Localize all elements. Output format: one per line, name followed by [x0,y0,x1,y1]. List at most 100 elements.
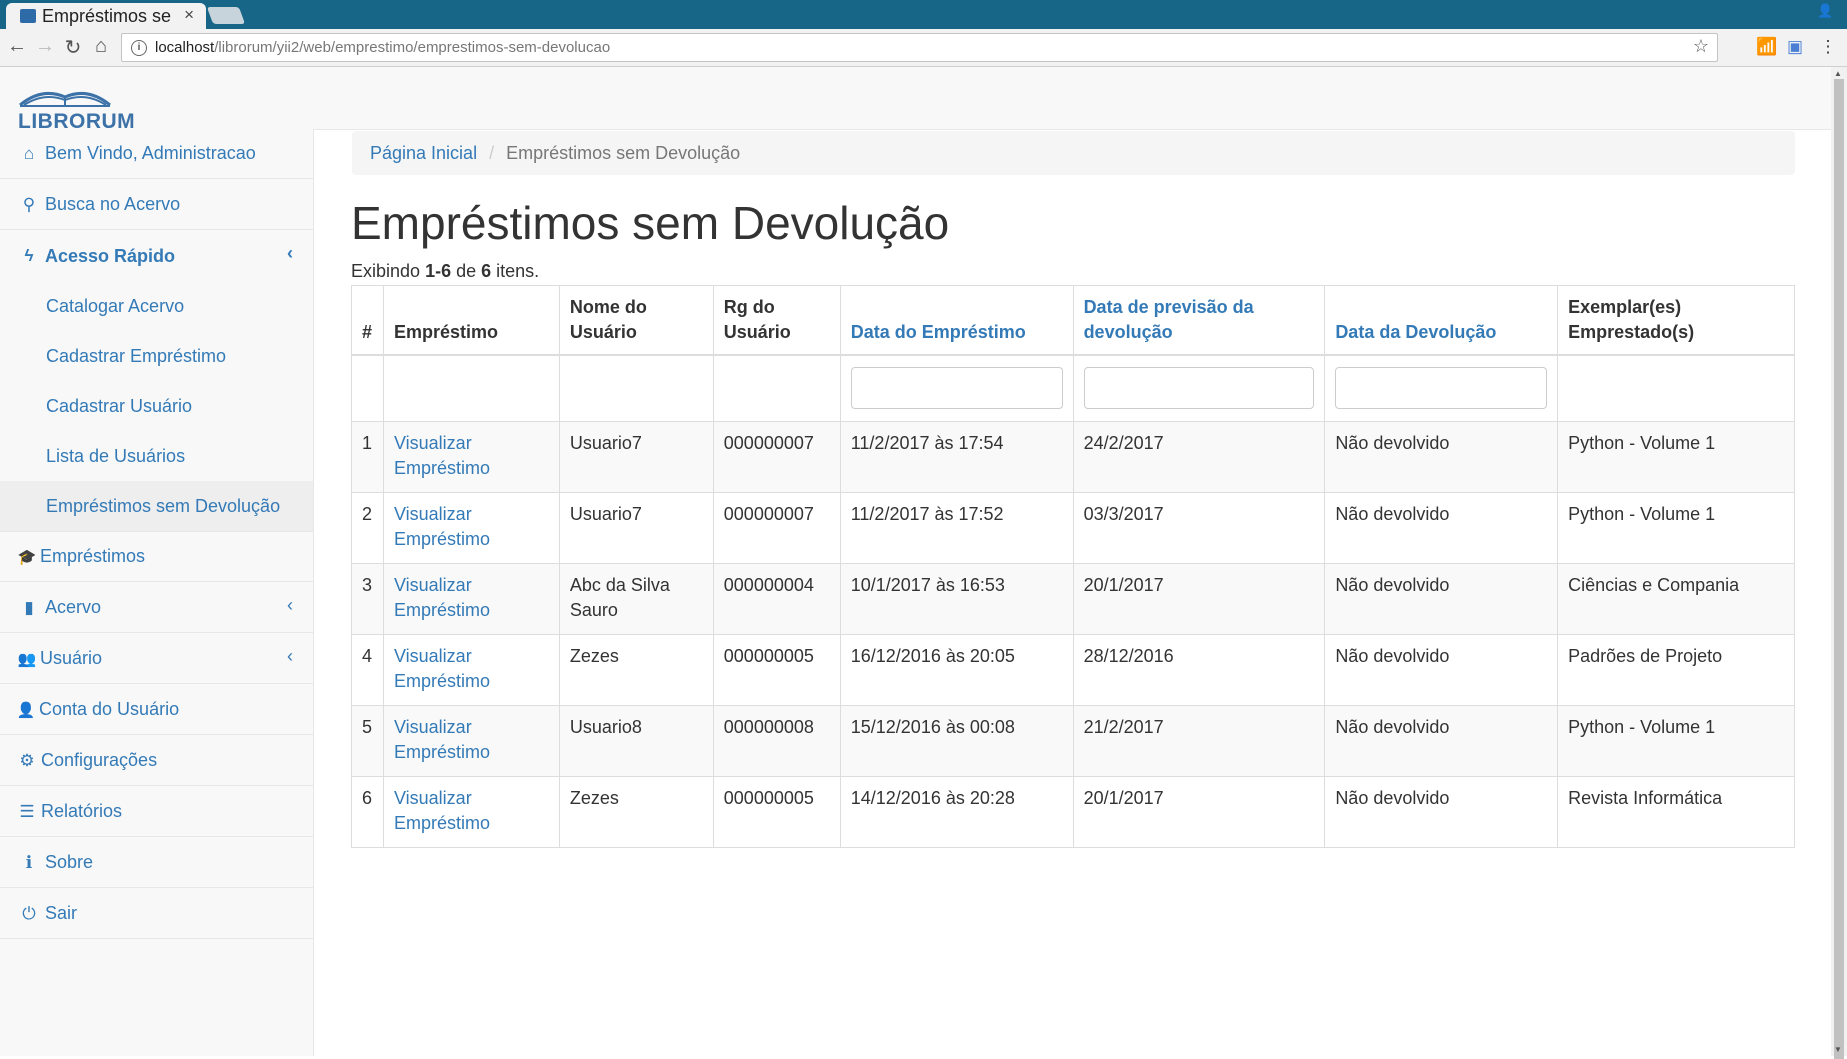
submenu-catalogar-acervo[interactable]: Catalogar Acervo [0,281,313,331]
visualizar-emprestimo-link[interactable]: Visualizar Empréstimo [382,704,560,777]
favicon-icon [20,9,36,23]
header-data-previsao-sort[interactable]: Data de previsão da devolução [1072,285,1326,356]
filter-data-previsao-input[interactable] [1083,367,1315,410]
summary-mid: de [451,261,482,281]
visualizar-emprestimo-link[interactable]: Visualizar Empréstimo [382,491,560,564]
cell-nome: Zezes [558,633,714,706]
table-row: 1 Visualizar Empréstimo Usuario7 0000000… [351,420,1795,493]
sidebar-item-configuracoes[interactable]: ⚙ Configurações [0,736,313,786]
sidebar-item-label: Acesso Rápido [45,245,176,266]
visualizar-emprestimo-link[interactable]: Visualizar Empréstimo [382,420,560,493]
sidebar-item-quick-access[interactable]: ϟ Acesso Rápido ‹ [0,231,313,281]
cell-index: 6 [351,775,384,848]
cell-index: 5 [351,704,384,777]
tab-close-icon[interactable]: × [184,5,194,25]
table-row: 6 Visualizar Empréstimo Zezes 000000005 … [351,775,1795,848]
sidebar-item-relatorios[interactable]: ☰ Relatórios [0,787,313,837]
scroll-up-icon[interactable]: ▲ [1834,69,1842,78]
submenu-cadastrar-usuario[interactable]: Cadastrar Usuário [0,381,313,431]
cell-data-previsao: 24/2/2017 [1072,420,1326,493]
new-tab-button[interactable] [206,7,246,24]
cell-exemplar: Padrões de Projeto [1557,633,1795,706]
sidebar-item-usuario[interactable]: 👥 Usuário ‹ [0,634,313,684]
info-icon[interactable]: i [131,39,147,56]
book-icon: ▮ [24,597,34,617]
sidebar-item-welcome[interactable]: ⌂ Bem Vindo, Administracao [0,129,313,179]
cell-exemplar: Python - Volume 1 [1557,491,1795,564]
menu-kebab-icon[interactable]: ⋮ [1818,37,1838,57]
sidebar-item-sair[interactable]: ⏻ Sair [0,889,313,939]
bookmark-star-icon[interactable]: ☆ [1693,36,1709,57]
rss-extension-icon[interactable]: 📶 [1756,37,1777,57]
browser-tab-bar: Empréstimos se × 👤 [0,0,1847,29]
cell-data-previsao: 20/1/2017 [1072,562,1326,635]
page-scrollbar[interactable]: ▲ ▼ [1831,67,1847,1059]
reload-icon[interactable]: ↻ [61,35,85,60]
cell-data-emprestimo: 16/12/2016 às 20:05 [839,633,1074,706]
forward-icon[interactable]: → [33,35,57,58]
cell-index: 3 [351,562,384,635]
submenu-cadastrar-emprestimo[interactable]: Cadastrar Empréstimo [0,331,313,381]
flash-icon: ϟ [24,246,34,265]
breadcrumb-home-link[interactable]: Página Inicial [370,143,477,164]
sidebar-item-emprestimos[interactable]: 🎓 Empréstimos [0,532,313,582]
loans-table: # Empréstimo Nome do Usuário Rg do Usuár… [351,285,1795,848]
filter-empty [382,354,560,422]
sidebar-item-conta-usuario[interactable]: 👤 Conta do Usuário [0,685,313,735]
cell-exemplar: Python - Volume 1 [1557,420,1795,493]
header-index: # [351,285,384,356]
cell-nome: Usuario7 [558,420,714,493]
cell-exemplar: Revista Informática [1557,775,1795,848]
home-browser-icon[interactable]: ⌂ [89,35,113,58]
cell-data-devolucao: Não devolvido [1324,491,1559,564]
librorum-logo[interactable]: LIBRORUM [18,85,135,133]
sidebar-item-label: Usuário [40,648,103,668]
visualizar-emprestimo-link[interactable]: Visualizar Empréstimo [382,562,560,635]
header-rg-usuario: Rg do Usuário [712,285,841,356]
scroll-down-icon[interactable]: ▼ [1834,1045,1842,1054]
chevron-left-icon: ‹ [287,646,293,666]
cell-nome: Zezes [558,775,714,848]
cell-exemplar: Python - Volume 1 [1557,704,1795,777]
sidebar-item-label: Busca no Acervo [45,194,181,214]
address-bar[interactable]: i localhost/librorum/yii2/web/emprestimo… [121,33,1718,62]
filter-row [351,354,1795,422]
submenu-emprestimos-sem-devolucao[interactable]: Empréstimos sem Devolução [0,481,313,532]
info-icon: ℹ [25,852,33,872]
cell-data-devolucao: Não devolvido [1324,562,1559,635]
filter-data-devolucao-input[interactable] [1335,367,1548,410]
sidebar-item-sobre[interactable]: ℹ Sobre [0,838,313,888]
back-icon[interactable]: ← [5,35,29,58]
filter-data-emprestimo-input[interactable] [850,367,1063,410]
sidebar-item-label: Acervo [45,597,102,617]
header-data-emprestimo-sort[interactable]: Data do Empréstimo [839,285,1074,356]
summary-range: 1-6 [425,261,452,281]
visualizar-emprestimo-link[interactable]: Visualizar Empréstimo [382,633,560,706]
scrollbar-thumb[interactable] [1834,79,1844,1059]
sidebar-item-label: Configurações [41,750,158,770]
header-data-devolucao-sort[interactable]: Data da Devolução [1324,285,1559,356]
sidebar-item-label: Sair [45,903,78,923]
book-logo-icon [19,91,111,107]
sidebar-item-search[interactable]: ⚲ Busca no Acervo [0,180,313,230]
gear-icon: ⚙ [19,750,35,770]
submenu-lista-usuarios[interactable]: Lista de Usuários [0,431,313,481]
profile-icon[interactable]: 👤 [1817,3,1835,21]
cell-data-previsao: 03/3/2017 [1072,491,1326,564]
table-row: 5 Visualizar Empréstimo Usuario8 0000000… [351,704,1795,777]
summary-suffix: itens. [491,261,540,281]
cell-rg: 000000004 [712,562,841,635]
cell-rg: 000000007 [712,491,841,564]
table-row: 4 Visualizar Empréstimo Zezes 000000005 … [351,633,1795,706]
table-row: 3 Visualizar Empréstimo Abc da Silva Sau… [351,562,1795,635]
cell-data-devolucao: Não devolvido [1324,420,1559,493]
browser-tab[interactable]: Empréstimos se × [6,3,206,29]
cell-nome: Abc da Silva Sauro [558,562,714,635]
browser-toolbar: ← → ↻ ⌂ i localhost/librorum/yii2/web/em… [0,29,1847,67]
sidebar-item-label: Empréstimos [40,546,146,566]
summary-total: 6 [481,261,492,281]
translate-extension-icon[interactable]: ▣ [1785,37,1805,57]
visualizar-emprestimo-link[interactable]: Visualizar Empréstimo [382,775,560,848]
sidebar-item-acervo[interactable]: ▮ Acervo ‹ [0,583,313,633]
filter-empty [1557,354,1795,422]
